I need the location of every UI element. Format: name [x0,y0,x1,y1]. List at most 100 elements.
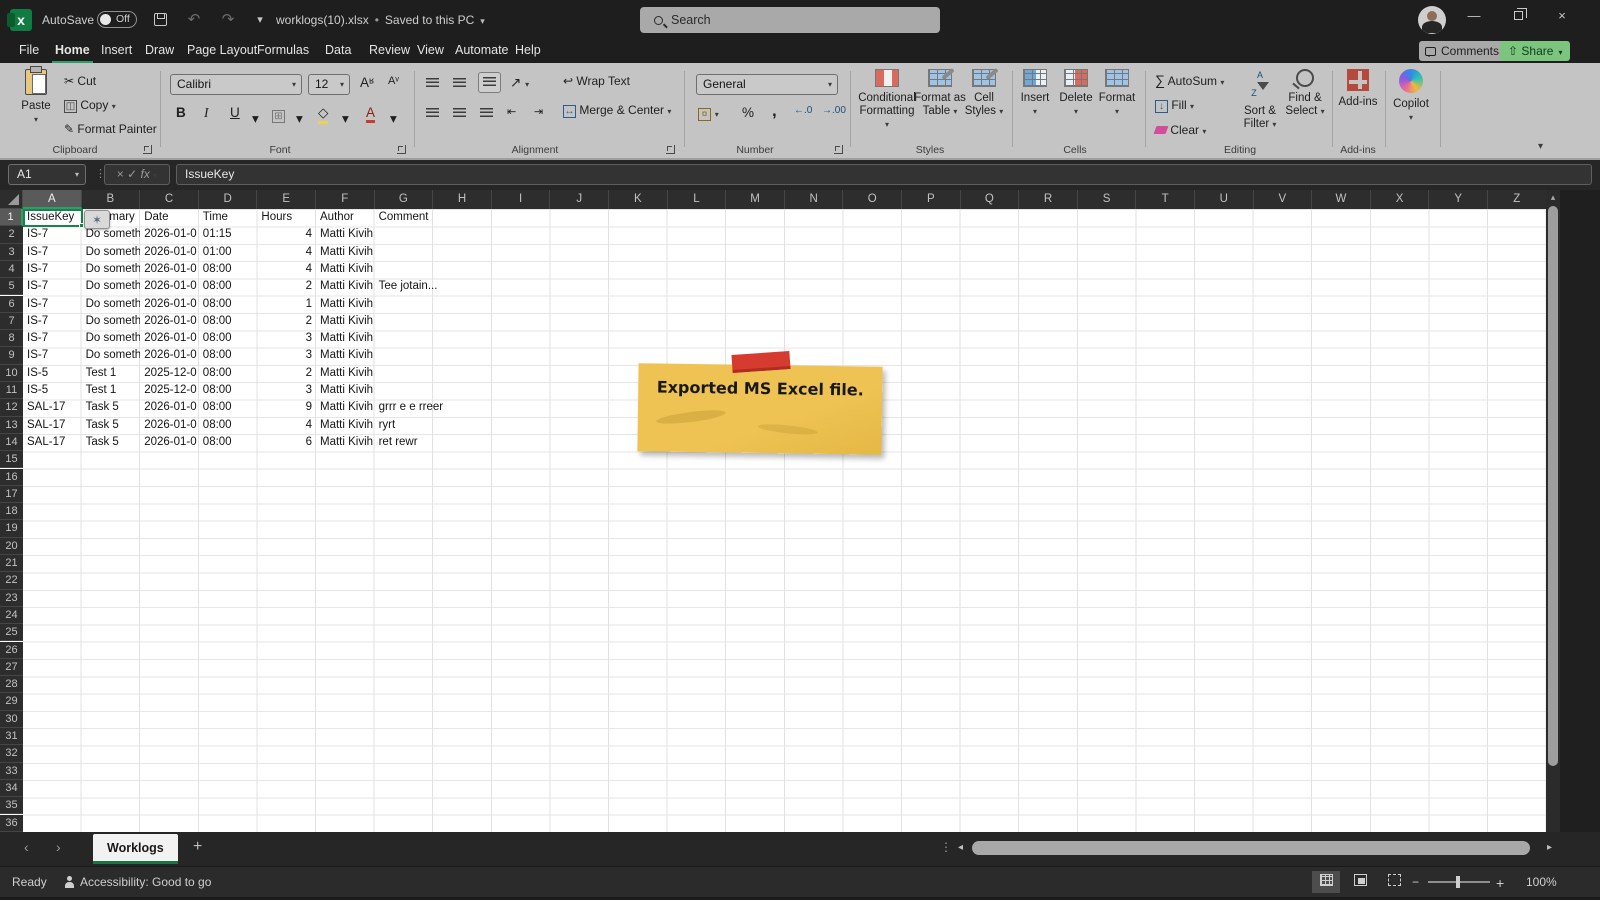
cell-B12[interactable]: Task 5 [82,399,141,416]
cell-C2[interactable]: 2026-01-0 [140,226,199,243]
cell-B7[interactable]: Do somethi [82,313,141,330]
collapse-ribbon-button[interactable]: ▾ [1538,141,1543,152]
find-select-button[interactable]: Find &Select ▾ [1282,69,1328,118]
cell-D5[interactable]: 08:00 [199,278,258,295]
cell-C5[interactable]: 2026-01-0 [140,278,199,295]
cell-F2[interactable]: Matti Kivih [316,226,466,243]
cell-A7[interactable]: IS-7 [23,313,82,330]
zoom-in-button[interactable]: + [1496,875,1504,891]
top-align-button[interactable] [426,75,439,90]
column-header-A[interactable]: A [23,190,82,209]
column-header-G[interactable]: G [375,190,434,209]
cell-C8[interactable]: 2026-01-0 [140,330,199,347]
column-header-O[interactable]: O [843,190,902,209]
row-header-28[interactable]: 28 [0,676,23,693]
comments-button[interactable]: Comments [1419,41,1507,61]
column-header-B[interactable]: B [82,190,141,209]
cell-C4[interactable]: 2026-01-0 [140,261,199,278]
row-header-4[interactable]: 4 [0,261,23,278]
cell-C6[interactable]: 2026-01-0 [140,296,199,313]
borders-button[interactable]: ⊞ [272,107,285,123]
cell-G13[interactable]: ryrt [375,417,525,434]
delete-cells-button[interactable]: Delete▾ [1057,69,1095,118]
cell-A13[interactable]: SAL-17 [23,417,82,434]
font-dialog-launcher[interactable] [397,145,406,154]
cell-A4[interactable]: IS-7 [23,261,82,278]
wrap-text-button[interactable]: ↩ Wrap Text [563,72,630,90]
comma-style-button[interactable]: , [772,101,777,121]
increase-decimal-button[interactable]: ←.0 [794,105,812,116]
cell-A2[interactable]: IS-7 [23,226,82,243]
bold-button[interactable]: B [176,105,186,120]
tab-page-layout[interactable]: Page Layout [184,40,260,63]
cell-A12[interactable]: SAL-17 [23,399,82,416]
italic-button[interactable]: I [204,105,209,121]
row-header-18[interactable]: 18 [0,503,23,520]
cell-B13[interactable]: Task 5 [82,417,141,434]
row-header-31[interactable]: 31 [0,728,23,745]
zoom-percentage[interactable]: 100% [1526,875,1557,889]
fill-color-button[interactable]: ◇ [318,105,328,124]
chevron-down-icon[interactable]: ▾ [252,111,259,127]
scroll-up-icon[interactable]: ▴ [1546,190,1560,204]
row-header-30[interactable]: 30 [0,711,23,728]
cell-E6[interactable]: 1 [257,296,316,313]
row-header-7[interactable]: 7 [0,313,23,330]
cell-C11[interactable]: 2025-12-0 [140,382,199,399]
document-title[interactable]: worklogs(10).xlsx•Saved to this PC▾ [276,13,485,27]
row-header-3[interactable]: 3 [0,244,23,261]
column-header-X[interactable]: X [1371,190,1430,209]
cell-styles-button[interactable]: CellStyles ▾ [962,69,1006,118]
number-dialog-launcher[interactable] [834,145,843,154]
cell-E11[interactable]: 3 [257,382,316,399]
cell-D10[interactable]: 08:00 [199,365,258,382]
column-header-D[interactable]: D [199,190,258,209]
cell-E7[interactable]: 2 [257,313,316,330]
cell-D4[interactable]: 08:00 [199,261,258,278]
format-cells-button[interactable]: Format▾ [1097,69,1137,118]
row-header-35[interactable]: 35 [0,797,23,814]
cell-G1[interactable]: Comment [375,209,525,226]
tab-home[interactable]: Home [52,40,93,63]
alignment-dialog-launcher[interactable] [666,145,675,154]
minimize-button[interactable]: — [1452,0,1496,32]
page-layout-view-button[interactable] [1346,871,1374,893]
row-header-26[interactable]: 26 [0,642,23,659]
cell-B11[interactable]: Test 1 [82,382,141,399]
underline-button[interactable]: U [230,105,240,120]
cell-E4[interactable]: 4 [257,261,316,278]
cell-E13[interactable]: 4 [257,417,316,434]
cell-E1[interactable]: Hours [257,209,316,226]
restore-button[interactable] [1496,0,1540,32]
fill-handle[interactable] [79,223,84,228]
column-header-F[interactable]: F [316,190,375,209]
undo-button[interactable]: ↶ [182,8,206,32]
avatar[interactable] [1418,6,1446,34]
cell-A6[interactable]: IS-7 [23,296,82,313]
cell-E8[interactable]: 3 [257,330,316,347]
cell-F8[interactable]: Matti Kivih [316,330,466,347]
column-header-T[interactable]: T [1136,190,1195,209]
row-header-11[interactable]: 11 [0,382,23,399]
column-header-H[interactable]: H [433,190,492,209]
cell-F9[interactable]: Matti Kivih [316,347,466,364]
row-header-16[interactable]: 16 [0,469,23,486]
row-header-13[interactable]: 13 [0,417,23,434]
column-header-V[interactable]: V [1254,190,1313,209]
row-header-29[interactable]: 29 [0,693,23,710]
insert-cells-button[interactable]: Insert▾ [1016,69,1054,118]
row-header-32[interactable]: 32 [0,745,23,762]
column-header-C[interactable]: C [140,190,199,209]
row-header-34[interactable]: 34 [0,780,23,797]
cell-G12[interactable]: grrr e e rreer [375,399,525,416]
horizontal-scroll-thumb[interactable] [972,841,1530,855]
autosave-toggle[interactable]: Off [97,11,137,28]
cell-A9[interactable]: IS-7 [23,347,82,364]
cell-D12[interactable]: 08:00 [199,399,258,416]
chevron-down-icon[interactable]: ▾ [342,111,349,127]
clear-button[interactable]: Clear ▾ [1155,121,1206,141]
format-as-table-button[interactable]: Format asTable ▾ [914,69,966,118]
scroll-left-icon[interactable]: ◂ [958,842,963,853]
cell-C12[interactable]: 2026-01-0 [140,399,199,416]
horizontal-scrollbar[interactable]: ◂ ▸ [958,840,1552,857]
